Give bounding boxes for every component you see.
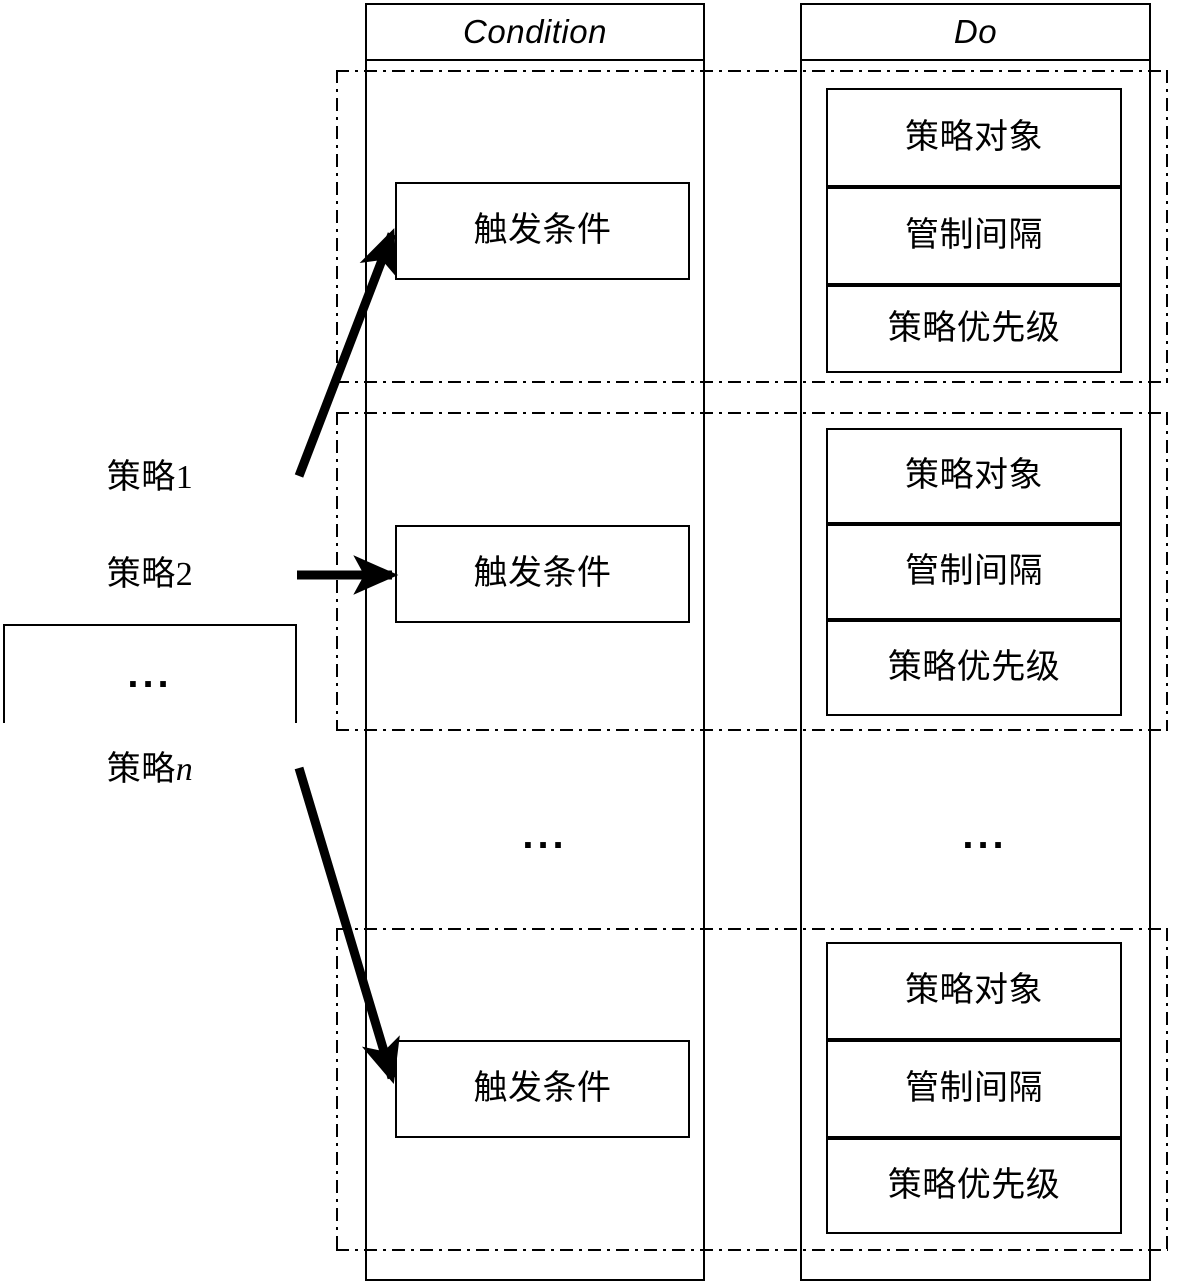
do-row-2-1[interactable]: 策略对象 xyxy=(826,428,1122,524)
do-column-header: Do xyxy=(800,3,1151,61)
do-row-1-3-label: 策略优先级 xyxy=(887,310,1061,347)
trigger-condition-box-1[interactable]: 触发条件 xyxy=(395,182,690,280)
do-row-1-1[interactable]: 策略对象 xyxy=(826,88,1122,187)
condition-column-header-label: Condition xyxy=(463,13,607,50)
do-row-3-1-label: 策略对象 xyxy=(905,972,1043,1009)
trigger-condition-box-2[interactable]: 触发条件 xyxy=(395,525,690,623)
do-row-3-3-label: 策略优先级 xyxy=(887,1167,1061,1204)
trigger-condition-box-3[interactable]: 触发条件 xyxy=(395,1040,690,1138)
policy-list-item-4[interactable]: 策略n xyxy=(3,723,297,817)
do-row-1-1-label: 策略对象 xyxy=(905,118,1043,156)
do-column-ellipsis-label: ... xyxy=(962,813,1008,857)
do-row-3-2-label: 管制间隔 xyxy=(905,1070,1043,1107)
policy-list-item-3-ellipsis: ... xyxy=(3,624,297,723)
do-row-1-2[interactable]: 管制间隔 xyxy=(826,187,1122,285)
do-row-3-2[interactable]: 管制间隔 xyxy=(826,1040,1122,1138)
do-column-ellipsis: ... xyxy=(900,810,1070,860)
policy-list-item-4-label: 策略n xyxy=(106,751,194,788)
condition-column-header: Condition xyxy=(365,3,705,61)
do-column-header-label: Do xyxy=(953,13,998,50)
policy-list-item-1-label: 策略1 xyxy=(106,459,194,496)
policy-list-item-2[interactable]: 策略2 xyxy=(3,525,297,624)
trigger-condition-box-3-label: 触发条件 xyxy=(473,1070,612,1107)
do-row-2-2[interactable]: 管制间隔 xyxy=(826,524,1122,620)
diagram-canvas: Condition Do 策略1 策略2 ... 策略n 触发条件 策略对象 管… xyxy=(0,0,1181,1287)
policy-index-n: n xyxy=(175,751,194,788)
do-row-1-2-label: 管制间隔 xyxy=(905,217,1043,254)
do-row-3-3[interactable]: 策略优先级 xyxy=(826,1138,1122,1234)
do-row-3-1[interactable]: 策略对象 xyxy=(826,942,1122,1040)
condition-column-ellipsis: ... xyxy=(460,810,630,860)
do-row-2-3-label: 策略优先级 xyxy=(887,649,1061,686)
policy-list-item-1[interactable]: 策略1 xyxy=(3,431,297,525)
trigger-condition-box-2-label: 触发条件 xyxy=(473,555,612,592)
do-row-2-2-label: 管制间隔 xyxy=(905,553,1043,590)
trigger-condition-box-1-label: 触发条件 xyxy=(473,212,612,249)
condition-column-ellipsis-label: ... xyxy=(522,813,568,857)
do-row-2-1-label: 策略对象 xyxy=(905,457,1043,494)
do-row-2-3[interactable]: 策略优先级 xyxy=(826,620,1122,716)
policy-list-item-2-label: 策略2 xyxy=(106,555,194,593)
do-row-1-3[interactable]: 策略优先级 xyxy=(826,285,1122,373)
policy-list-ellipsis-label: ... xyxy=(127,651,173,696)
